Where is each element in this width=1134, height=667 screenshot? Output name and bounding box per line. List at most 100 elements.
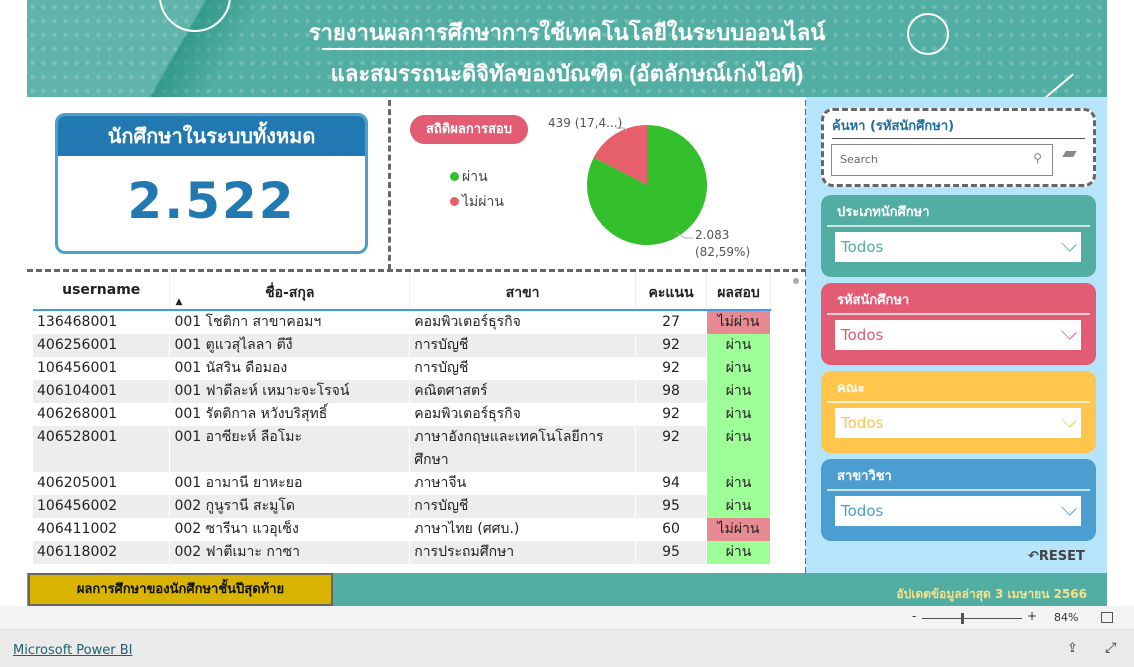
table-row[interactable]: 406256001 001 ตูแวสุไลลา ตีงี การบัญชี 92 ผ่… — [33, 334, 771, 357]
cell-result: ไม่ผ่าน — [706, 518, 771, 541]
cell-major: คณิตศาสตร์ — [409, 380, 637, 403]
cell-result: ผ่าน — [706, 334, 771, 357]
chevron-down-icon — [1061, 236, 1077, 252]
table-row[interactable]: 406411002 002 ซารีนา แวอุเซ็ง ภาษาไทย (ศศบ… — [33, 518, 771, 541]
cell-result: ผ่าน — [706, 380, 771, 403]
cell-name: 001 โชติกา สาขาคอมฯ — [169, 310, 411, 334]
zoom-slider[interactable] — [922, 618, 1022, 619]
pie-label-fail: 439 (17,4...) — [548, 116, 623, 130]
cell-name: 001 รัตติกาล หวังบริสุทธิ์ — [169, 403, 411, 426]
search-placeholder: Search — [840, 153, 878, 166]
last-updated-text: อัปเดตข้อมูลล่าสุด 3 เมษายน 2566 — [896, 587, 1087, 601]
zoom-slider-handle[interactable] — [961, 613, 964, 624]
cell-username: 406256001 — [33, 334, 171, 357]
slicer-dropdown[interactable]: Todos — [835, 496, 1081, 526]
cell-score: 92 — [635, 426, 708, 472]
table-row[interactable]: 106456001 001 นัสริน ดือมอง การบัญชี 92 ผ่าน — [33, 357, 771, 380]
table-row[interactable]: 106456002 002 กูนูรานี สะมูโด การบัญชี 95 ผ่… — [33, 495, 771, 518]
legend-item-pass[interactable]: ผ่าน — [450, 166, 488, 188]
zoom-in-button[interactable]: + — [1027, 609, 1037, 623]
search-icon[interactable]: ⚲ — [1033, 151, 1042, 165]
cell-username: 106456002 — [33, 495, 171, 518]
kpi-card-total-students: นักศึกษาในระบบทั้งหมด 2.522 — [55, 113, 368, 254]
chevron-down-icon — [1061, 324, 1077, 340]
legend-label: ไม่ผ่าน — [462, 194, 504, 210]
kpi-value: 2.522 — [127, 172, 296, 230]
undo-icon: ↶ — [1028, 549, 1039, 564]
cell-result: ผ่าน — [706, 495, 771, 518]
cell-name: 002 ฟาตีเมาะ กาซา — [169, 541, 411, 564]
table-row[interactable]: 406118002 002 ฟาตีเมาะ กาซา การประถมศึกษา 9… — [33, 541, 771, 564]
dropdown-value: Todos — [841, 326, 884, 344]
report-title-line1: รายงานผลการศึกษาการใช้เทคโนโลยีในระบบออน… — [308, 20, 826, 45]
table-row[interactable]: 406528001 001 อาซียะห์ ลือโมะ ภาษาอังกฤษแล… — [33, 426, 771, 472]
table-row[interactable]: 406268001 001 รัตติกาล หวังบริสุทธิ์ คอมพิ… — [33, 403, 771, 426]
zoom-out-button[interactable]: - — [912, 609, 916, 623]
cell-name: 002 กูนูรานี สะมูโด — [169, 495, 411, 518]
dropdown-value: Todos — [841, 414, 884, 432]
zoom-level: 84% — [1054, 611, 1079, 624]
cell-result: ผ่าน — [706, 357, 771, 380]
table-row[interactable]: 406205001 001 อามานี ยาหะยอ ภาษาจีน 94 ผ่าน — [33, 472, 771, 495]
col-header-name[interactable]: ชื่อ-สกุล ▲ — [169, 272, 411, 311]
title-divider — [322, 48, 812, 50]
col-header-major[interactable]: สาขา — [409, 272, 637, 311]
slicer-dropdown[interactable]: Todos — [835, 320, 1081, 350]
filter-panel: ค้นหา (รหัสนักศึกษา) Search ⚲ ประเภทนักศ… — [806, 97, 1107, 573]
cell-score: 92 — [635, 357, 708, 380]
cell-username: 406104001 — [33, 380, 171, 403]
table-scrollbar[interactable] — [793, 278, 799, 284]
cell-score: 92 — [635, 403, 708, 426]
dropdown-value: Todos — [841, 238, 884, 256]
col-header-result[interactable]: ผลสอบ — [706, 272, 771, 311]
cell-score: 95 — [635, 541, 708, 564]
cell-major: การบัญชี — [409, 357, 637, 380]
pie-chart — [587, 125, 707, 245]
report-title-line2: และสมรรถนะดิจิทัลของบัณฑิต (อัตลักษณ์เก่… — [330, 61, 804, 86]
cell-score: 94 — [635, 472, 708, 495]
zoom-bar: - + 84% — [0, 606, 1134, 630]
report-header: รายงานผลการศึกษาการใช้เทคโนโลยีในระบบออน… — [27, 0, 1107, 97]
cell-name: 001 ตูแวสุไลลา ตีงี — [169, 334, 411, 357]
slicer-3: สาขาวิชา Todos — [821, 459, 1096, 541]
cell-major: ภาษาจีน — [409, 472, 637, 495]
cell-result: ผ่าน — [706, 426, 771, 472]
cell-name: 001 ฟาดีละห์ เหมาะจะโรจน์ — [169, 380, 411, 403]
cell-username: 406411002 — [33, 518, 171, 541]
search-label: ค้นหา (รหัสนักศึกษา) — [832, 115, 1085, 139]
cell-username: 406268001 — [33, 403, 171, 426]
col-header-score[interactable]: คะแนน — [635, 272, 708, 311]
cell-score: 92 — [635, 334, 708, 357]
search-input[interactable]: Search ⚲ — [831, 144, 1053, 176]
legend-item-fail[interactable]: ไม่ผ่าน — [450, 191, 504, 213]
col-header-username[interactable]: username — [33, 272, 171, 311]
reset-button[interactable]: ↶RESET — [1028, 549, 1085, 564]
cell-major: การประถมศึกษา — [409, 541, 637, 564]
powerbi-link[interactable]: Microsoft Power BI — [13, 643, 132, 658]
table-row[interactable]: 406104001 001 ฟาดีละห์ เหมาะจะโรจน์ คณิตศา… — [33, 380, 771, 403]
cell-name: 001 อาซียะห์ ลือโมะ — [169, 426, 411, 472]
fullscreen-icon[interactable]: ⤢ — [1105, 640, 1116, 656]
eraser-icon[interactable] — [1062, 151, 1077, 157]
cell-username: 406118002 — [33, 541, 171, 564]
stats-badge: สถิติผลการสอบ — [410, 115, 528, 144]
share-icon[interactable]: ⇪ — [1067, 641, 1078, 656]
results-table: username ชื่อ-สกุล ▲ สาขา คะแนน ผลสอบ 136… — [33, 272, 771, 564]
cell-name: 001 นัสริน ดือมอง — [169, 357, 411, 380]
chevron-down-icon — [1061, 412, 1077, 428]
slicer-1: รหัสนักศึกษา Todos — [821, 283, 1096, 365]
sort-ascending-icon: ▲ — [175, 297, 183, 307]
slicer-dropdown[interactable]: Todos — [835, 408, 1081, 438]
table-row[interactable]: 136468001 001 โชติกา สาขาคอมฯ คอมพิวเตอร์ธ… — [33, 310, 771, 334]
fit-to-page-icon[interactable] — [1101, 612, 1113, 623]
slicer-label: คณะ — [827, 371, 1090, 403]
dropdown-value: Todos — [841, 502, 884, 520]
slicer-label: รหัสนักศึกษา — [827, 283, 1090, 315]
slicer-dropdown[interactable]: Todos — [835, 232, 1081, 262]
slicer-0: ประเภทนักศึกษา Todos — [821, 195, 1096, 277]
final-year-results-button[interactable]: ผลการศึกษาของนักศึกษาชั้นปีสุดท้าย — [28, 573, 333, 606]
cell-score: 95 — [635, 495, 708, 518]
cell-score: 27 — [635, 310, 708, 334]
pie-label-pass-value: 2.083 — [695, 228, 730, 242]
cell-result: ผ่าน — [706, 541, 771, 564]
